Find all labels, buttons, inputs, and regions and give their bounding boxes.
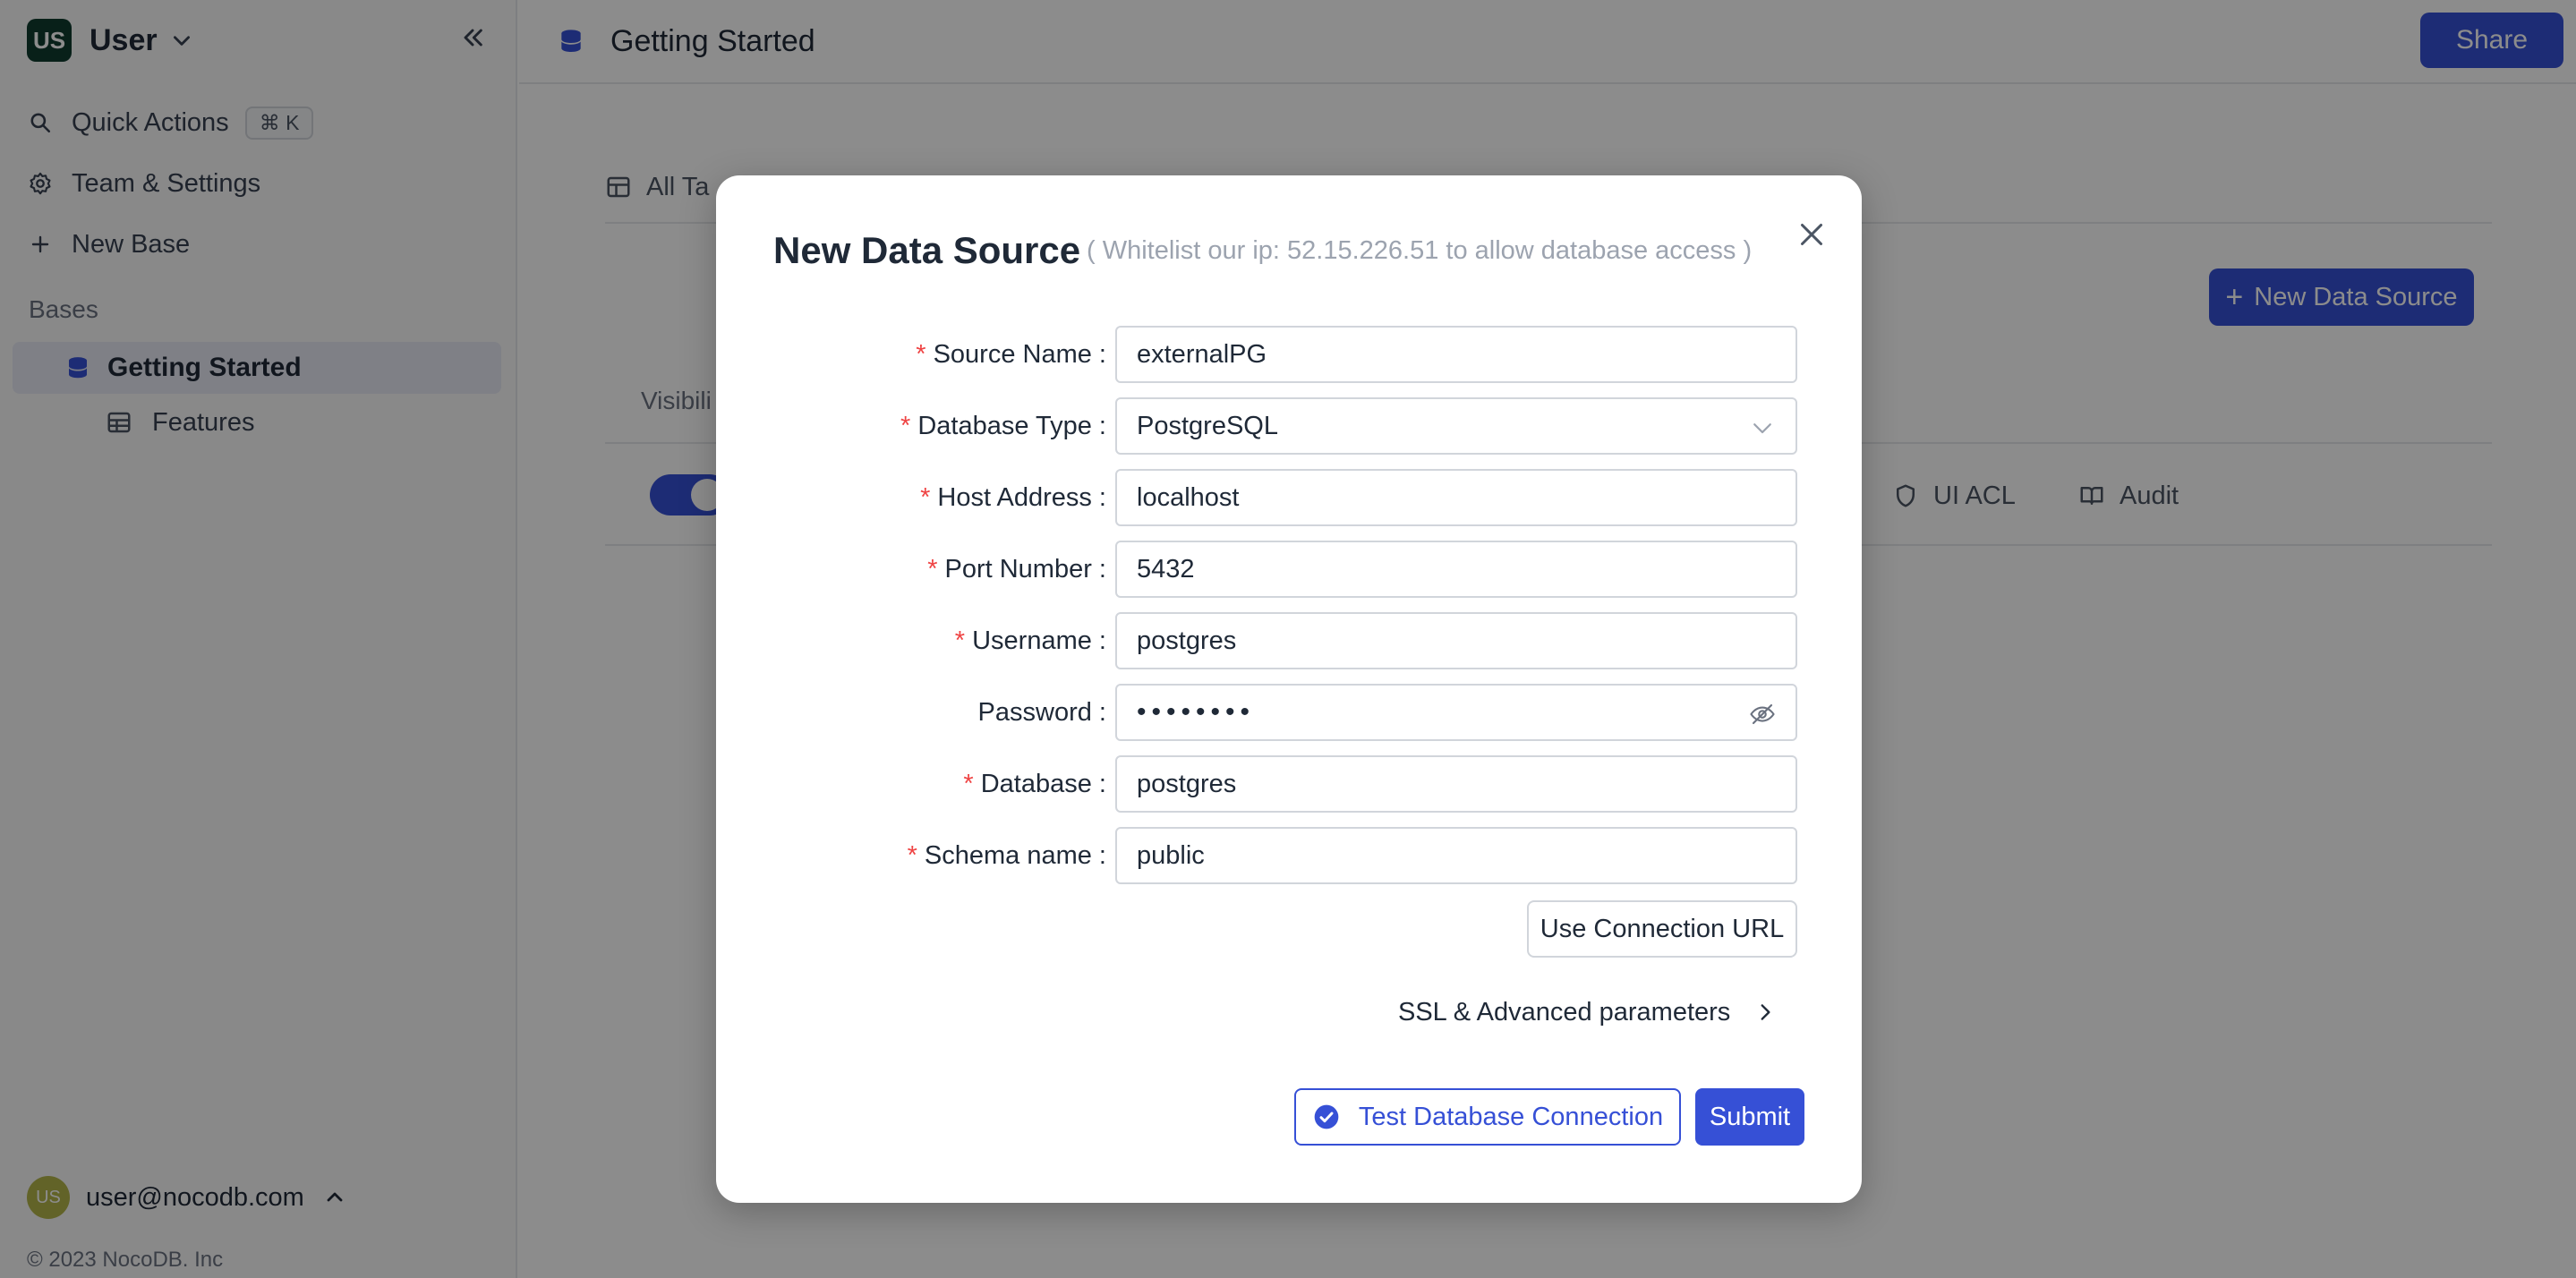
- new-data-source-modal: New Data Source ( Whitelist our ip: 52.1…: [716, 175, 1862, 1203]
- database-type-label: * Database Type :: [900, 411, 1106, 440]
- password-input[interactable]: ••••••••: [1115, 684, 1797, 741]
- schema-name-input[interactable]: public: [1115, 827, 1797, 884]
- modal-title: New Data Source: [773, 229, 1081, 271]
- source-name-row: * Source Name : externalPG: [716, 326, 1862, 383]
- chevron-down-icon: [1753, 423, 1771, 434]
- database-type-row: * Database Type : PostgreSQL: [716, 397, 1862, 455]
- username-row: * Username : postgres: [716, 612, 1862, 669]
- username-input[interactable]: postgres: [1115, 612, 1797, 669]
- database-type-value: PostgreSQL: [1137, 411, 1278, 440]
- test-connection-label: Test Database Connection: [1358, 1102, 1664, 1131]
- database-input[interactable]: postgres: [1115, 755, 1797, 813]
- close-icon[interactable]: [1796, 218, 1828, 251]
- password-row: Password : ••••••••: [716, 684, 1862, 741]
- schema-name-label: * Schema name :: [907, 840, 1106, 870]
- password-label: Password :: [977, 697, 1106, 727]
- use-connection-url-button[interactable]: Use Connection URL: [1527, 900, 1797, 958]
- test-database-connection-button[interactable]: Test Database Connection: [1294, 1088, 1681, 1146]
- source-name-input[interactable]: externalPG: [1115, 326, 1797, 383]
- database-type-select[interactable]: PostgreSQL: [1115, 397, 1797, 455]
- ssl-advanced-label: SSL & Advanced parameters: [1398, 997, 1731, 1027]
- submit-button[interactable]: Submit: [1695, 1088, 1804, 1146]
- username-label: * Username :: [954, 626, 1106, 655]
- whitelist-note: ( Whitelist our ip: 52.15.226.51 to allo…: [1087, 236, 1753, 265]
- chevron-right-icon: [1761, 1004, 1770, 1020]
- check-circle-icon: [1314, 1104, 1339, 1129]
- port-number-label: * Port Number :: [927, 554, 1106, 584]
- port-number-row: * Port Number : 5432: [716, 541, 1862, 598]
- host-address-row: * Host Address : localhost: [716, 469, 1862, 526]
- source-name-label: * Source Name :: [916, 339, 1106, 369]
- port-number-input[interactable]: 5432: [1115, 541, 1797, 598]
- password-value: ••••••••: [1137, 697, 1256, 727]
- eye-off-icon[interactable]: [1749, 701, 1776, 728]
- database-row: * Database : postgres: [716, 755, 1862, 813]
- host-address-label: * Host Address :: [920, 482, 1106, 512]
- schema-name-row: * Schema name : public: [716, 827, 1862, 884]
- database-label: * Database :: [963, 769, 1106, 798]
- ssl-advanced-toggle[interactable]: SSL & Advanced parameters: [1398, 990, 1777, 1035]
- host-address-input[interactable]: localhost: [1115, 469, 1797, 526]
